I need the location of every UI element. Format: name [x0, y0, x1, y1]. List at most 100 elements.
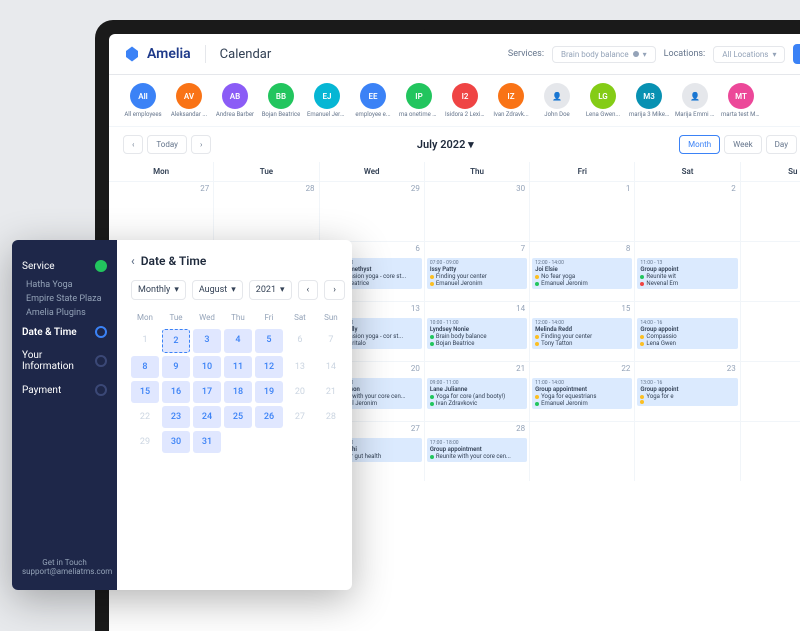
- calendar-cell[interactable]: [635, 421, 740, 481]
- calendar-cell[interactable]: [741, 241, 800, 301]
- frequency-select[interactable]: Monthly▾: [131, 280, 186, 300]
- widget-sidebar: Service Hatha Yoga Empire State Plaza Am…: [12, 240, 117, 590]
- step-service[interactable]: Service: [22, 254, 107, 278]
- calendar-cell[interactable]: 27: [109, 181, 214, 241]
- calendar-cell[interactable]: 2211:00 - 14:00Group appointmentYoga for…: [530, 361, 635, 421]
- calendar-event[interactable]: 12:00 - 14:00Joi ElsieNo fear yogaEmanue…: [532, 258, 632, 289]
- view-week[interactable]: Week: [724, 135, 762, 154]
- calendar-event[interactable]: 10:00 - 11:00Lyndsey NonieBrain body bal…: [427, 318, 527, 349]
- mini-day[interactable]: 14: [317, 356, 345, 378]
- mini-prev-button[interactable]: ‹: [298, 280, 319, 300]
- locations-filter[interactable]: All Locations▾: [713, 46, 785, 63]
- mini-day[interactable]: 10: [193, 356, 221, 378]
- employee-avatar[interactable]: MTmarta test Moys Tebroy: [721, 83, 761, 118]
- employee-avatar[interactable]: BBBojan Beatrice: [261, 83, 301, 118]
- step-info[interactable]: Your Information: [22, 344, 107, 378]
- employee-avatar[interactable]: 👤Marija Emmi Marija Tess: [675, 83, 715, 118]
- calendar-event[interactable]: 09:00 - 11:00Lane JulianneYoga for core …: [427, 378, 527, 409]
- calendar-cell[interactable]: 14:00 - 16Group appointCompassioLena Gwe…: [635, 301, 740, 361]
- employee-avatar[interactable]: M3marija 3 Mike Sober: [629, 83, 669, 118]
- employee-avatar[interactable]: 👤John Doe: [537, 83, 577, 118]
- step-datetime[interactable]: Date & Time: [22, 320, 107, 344]
- employee-avatar[interactable]: EEemployee e...: [353, 83, 393, 118]
- employee-avatar[interactable]: LGLena Gwen...: [583, 83, 623, 118]
- calendar-event[interactable]: 11:00 - 13Group appointReunite witNevena…: [637, 258, 737, 289]
- circle-icon: [95, 355, 107, 367]
- mini-day[interactable]: 13: [286, 356, 314, 378]
- step-payment[interactable]: Payment: [22, 378, 107, 402]
- mini-day[interactable]: 11: [224, 356, 252, 378]
- mini-day[interactable]: 26: [255, 406, 283, 428]
- mini-day[interactable]: 18: [224, 381, 252, 403]
- calendar-event[interactable]: 11:00 - 14:00Group appointmentYoga for e…: [532, 378, 632, 409]
- employee-avatar[interactable]: AllAll employees: [123, 83, 163, 118]
- mini-day[interactable]: 15: [131, 381, 159, 403]
- new-button[interactable]: + Ne: [793, 44, 800, 64]
- view-day[interactable]: Day: [766, 135, 797, 154]
- mini-day[interactable]: 7: [317, 329, 345, 353]
- services-filter[interactable]: Brain body balance▾: [552, 46, 656, 63]
- prev-button[interactable]: ‹: [123, 135, 143, 154]
- mini-next-button[interactable]: ›: [324, 280, 345, 300]
- employee-avatar[interactable]: AVAleksandar ...: [169, 83, 209, 118]
- calendar-cell[interactable]: [741, 181, 800, 241]
- calendar-cell[interactable]: [741, 301, 800, 361]
- calendar-cell[interactable]: [741, 361, 800, 421]
- calendar-cell[interactable]: 1: [530, 181, 635, 241]
- mini-day[interactable]: 25: [224, 406, 252, 428]
- mini-day[interactable]: 31: [193, 431, 221, 453]
- calendar-cell[interactable]: [741, 421, 800, 481]
- view-month[interactable]: Month: [679, 135, 720, 154]
- employee-avatar[interactable]: I2Isidora 2 Lexie Erne: [445, 83, 485, 118]
- today-button[interactable]: Today: [147, 135, 187, 154]
- calendar-cell[interactable]: 812:00 - 14:00Joi ElsieNo fear yogaEmanu…: [530, 241, 635, 301]
- mini-day[interactable]: 23: [162, 406, 190, 428]
- mini-day[interactable]: 9: [162, 356, 190, 378]
- mini-day[interactable]: 16: [162, 381, 190, 403]
- calendar-cell[interactable]: [530, 421, 635, 481]
- mini-day[interactable]: 3: [193, 329, 221, 353]
- mini-day[interactable]: 27: [286, 406, 314, 428]
- employee-avatar[interactable]: EJEmanuel Jeronim: [307, 83, 347, 118]
- employee-avatar[interactable]: IPma onetime Emily Erne: [399, 83, 439, 118]
- employee-avatar[interactable]: ABAndrea Barber: [215, 83, 255, 118]
- mini-day[interactable]: 6: [286, 329, 314, 353]
- back-icon[interactable]: ‹: [131, 254, 135, 268]
- mini-day[interactable]: 28: [317, 406, 345, 428]
- mini-day[interactable]: 24: [193, 406, 221, 428]
- calendar-event[interactable]: 17:00 - 18:00Group appointmentReunite wi…: [427, 438, 527, 462]
- calendar-cell[interactable]: 2313:00 - 16Group appointYoga for e: [635, 361, 740, 421]
- mini-day[interactable]: 19: [255, 381, 283, 403]
- mini-day[interactable]: 29: [131, 431, 159, 453]
- mini-day[interactable]: 17: [193, 381, 221, 403]
- calendar-event[interactable]: 07:00 - 09:00Issy PattyFinding your cent…: [427, 258, 527, 289]
- calendar-cell[interactable]: 29: [320, 181, 425, 241]
- mini-day[interactable]: 12: [255, 356, 283, 378]
- calendar-event[interactable]: 14:00 - 16Group appointCompassioLena Gwe…: [637, 318, 737, 349]
- calendar-cell[interactable]: 1512:00 - 14:00Melinda ReddFinding your …: [530, 301, 635, 361]
- mini-day[interactable]: 5: [255, 329, 283, 353]
- calendar-event[interactable]: 12:00 - 14:00Melinda ReddFinding your ce…: [532, 318, 632, 349]
- next-button[interactable]: ›: [191, 135, 211, 154]
- calendar-cell[interactable]: 28: [214, 181, 319, 241]
- calendar-cell[interactable]: 2: [635, 181, 740, 241]
- calendar-cell[interactable]: 1410:00 - 11:00Lyndsey NonieBrain body b…: [425, 301, 530, 361]
- calendar-cell[interactable]: 2109:00 - 11:00Lane JulianneYoga for cor…: [425, 361, 530, 421]
- calendar-cell[interactable]: 707:00 - 09:00Issy PattyFinding your cen…: [425, 241, 530, 301]
- calendar-cell[interactable]: 30: [425, 181, 530, 241]
- calendar-cell[interactable]: 11:00 - 13Group appointReunite witNevena…: [635, 241, 740, 301]
- mini-day[interactable]: 22: [131, 406, 159, 428]
- mini-day[interactable]: 21: [317, 381, 345, 403]
- mini-day[interactable]: 1: [131, 329, 159, 353]
- month-select[interactable]: August▾: [192, 280, 243, 300]
- mini-day[interactable]: 8: [131, 356, 159, 378]
- mini-day[interactable]: 2: [162, 329, 190, 353]
- month-title[interactable]: July 2022 ▾: [417, 138, 474, 151]
- mini-day[interactable]: 4: [224, 329, 252, 353]
- calendar-event[interactable]: 13:00 - 16Group appointYoga for e: [637, 378, 737, 406]
- employee-avatar[interactable]: IZIvan Zdravk...: [491, 83, 531, 118]
- year-select[interactable]: 2021▾: [249, 280, 292, 300]
- mini-day[interactable]: 30: [162, 431, 190, 453]
- calendar-cell[interactable]: 2817:00 - 18:00Group appointmentReunite …: [425, 421, 530, 481]
- mini-day[interactable]: 20: [286, 381, 314, 403]
